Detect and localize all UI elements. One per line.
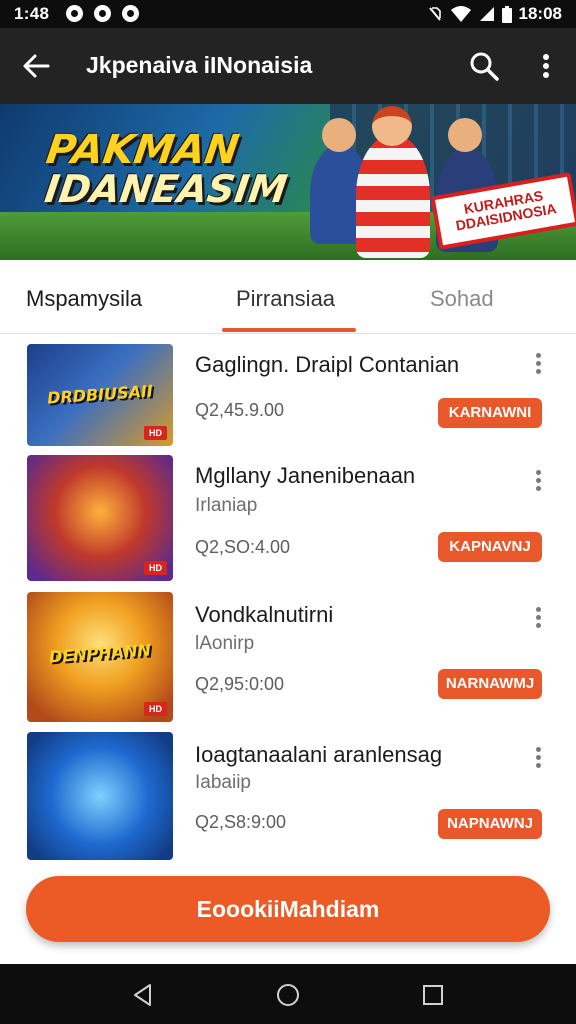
notification-icon bbox=[66, 5, 83, 22]
item-price: Q2,45.9.00 bbox=[195, 400, 285, 420]
wifi-icon bbox=[450, 6, 471, 22]
banner-title-line1: PAKMAN bbox=[43, 127, 242, 173]
status-time: 1:48 bbox=[14, 4, 50, 23]
item-price: Q2,95:0:00 bbox=[195, 674, 285, 694]
thumbnail-tag: HD bbox=[144, 561, 167, 575]
tab-mspamysila[interactable]: Mspamysila bbox=[26, 286, 142, 312]
item-subtitle: Iabaiip bbox=[195, 772, 251, 793]
battery-icon bbox=[501, 5, 512, 23]
item-subtitle: Irlaniap bbox=[195, 495, 258, 516]
signal-icon bbox=[479, 7, 494, 21]
app-bar: Jkpenaiva iINonaisia bbox=[0, 28, 576, 104]
notification-icon bbox=[122, 5, 139, 22]
item-title: Mgllany Janenibenaan bbox=[195, 463, 416, 488]
nav-home-button[interactable] bbox=[275, 982, 301, 1008]
game-thumbnail: DENPHANN HD bbox=[27, 592, 173, 722]
item-action-button[interactable]: KAPNAVNJ bbox=[438, 532, 542, 562]
list-item[interactable]: Ioagtanaalani aranlensag Iabaiip Q2,S8:9… bbox=[0, 732, 576, 862]
banner-title-line2: IDANEASIM bbox=[42, 167, 290, 211]
item-action-button[interactable]: NAPNAWNJ bbox=[438, 809, 542, 839]
thumbnail-tag: HD bbox=[144, 702, 167, 716]
item-subtitle: lAonirp bbox=[195, 633, 255, 654]
search-button[interactable] bbox=[466, 48, 502, 84]
item-title: Vondkalnutirni bbox=[195, 602, 334, 627]
back-button[interactable] bbox=[18, 48, 54, 84]
status-clock: 18:08 bbox=[518, 4, 562, 23]
tab-indicator bbox=[222, 328, 356, 332]
nav-recents-button[interactable] bbox=[420, 982, 446, 1008]
nav-back-button[interactable] bbox=[130, 982, 156, 1008]
thumbnail-text bbox=[33, 501, 167, 510]
thumbnail-tag: HD bbox=[144, 426, 167, 440]
primary-action-button[interactable]: EoookiiMahdiam bbox=[26, 876, 550, 942]
item-more-icon[interactable] bbox=[530, 467, 548, 493]
item-title: Gaglingn. Draipl Contanian bbox=[195, 352, 460, 377]
item-action-button[interactable]: KARNAWNI bbox=[438, 398, 542, 428]
banner-title: PAKMAN IDANEASIM bbox=[39, 127, 296, 211]
recents-square-icon bbox=[423, 985, 443, 1005]
promo-banner[interactable]: PAKMAN IDANEASIM KURAHRAS DDAISIDNOSIA bbox=[0, 104, 576, 260]
tab-bar: Mspamysila Pirransiaa Sohad bbox=[0, 262, 576, 334]
list-item[interactable]: HD Mgllany Janenibenaan Irlaniap Q2,SO:4… bbox=[0, 455, 576, 583]
item-more-icon[interactable] bbox=[530, 350, 548, 376]
game-thumbnail: DRDBIUSAII HD bbox=[27, 344, 173, 446]
status-icons: 18:08 bbox=[427, 4, 562, 24]
character-head bbox=[322, 118, 356, 152]
app-title: Jkpenaiva iINonaisia bbox=[86, 52, 313, 78]
thumbnail-text: DRDBIUSAII bbox=[46, 381, 154, 408]
game-thumbnail: HD bbox=[27, 455, 173, 581]
more-vertical-icon bbox=[543, 54, 549, 78]
home-circle-icon bbox=[277, 984, 299, 1006]
thumbnail-text bbox=[33, 779, 167, 788]
item-price: Q2,SO:4.00 bbox=[195, 537, 291, 557]
game-thumbnail bbox=[27, 732, 173, 860]
tab-sohad[interactable]: Sohad bbox=[430, 286, 494, 312]
item-more-icon[interactable] bbox=[530, 604, 548, 630]
no-sim-icon bbox=[428, 7, 441, 21]
arrow-left-icon bbox=[23, 54, 50, 78]
list-item[interactable]: DRDBIUSAII HD Gaglingn. Draipl Contanian… bbox=[0, 344, 576, 448]
character-head bbox=[448, 118, 482, 152]
item-more-icon[interactable] bbox=[530, 744, 548, 770]
character-head bbox=[372, 106, 412, 146]
search-icon bbox=[470, 52, 499, 81]
back-triangle-icon bbox=[134, 984, 151, 1006]
item-action-button[interactable]: NARNAWMJ bbox=[438, 669, 542, 699]
thumbnail-text: DENPHANN bbox=[48, 640, 152, 667]
status-bar: 1:48 18:08 bbox=[0, 0, 576, 28]
more-options-button[interactable] bbox=[530, 48, 562, 84]
tab-pirransiaa[interactable]: Pirransiaa bbox=[236, 286, 335, 312]
item-title: Ioagtanaalani aranlensag bbox=[195, 742, 443, 767]
list-item[interactable]: DENPHANN HD Vondkalnutirni lAonirp Q2,95… bbox=[0, 592, 576, 724]
item-price: Q2,S8:9:00 bbox=[195, 812, 287, 832]
notification-icon bbox=[94, 5, 111, 22]
character-figure bbox=[356, 134, 430, 258]
system-nav-bar bbox=[0, 964, 576, 1024]
